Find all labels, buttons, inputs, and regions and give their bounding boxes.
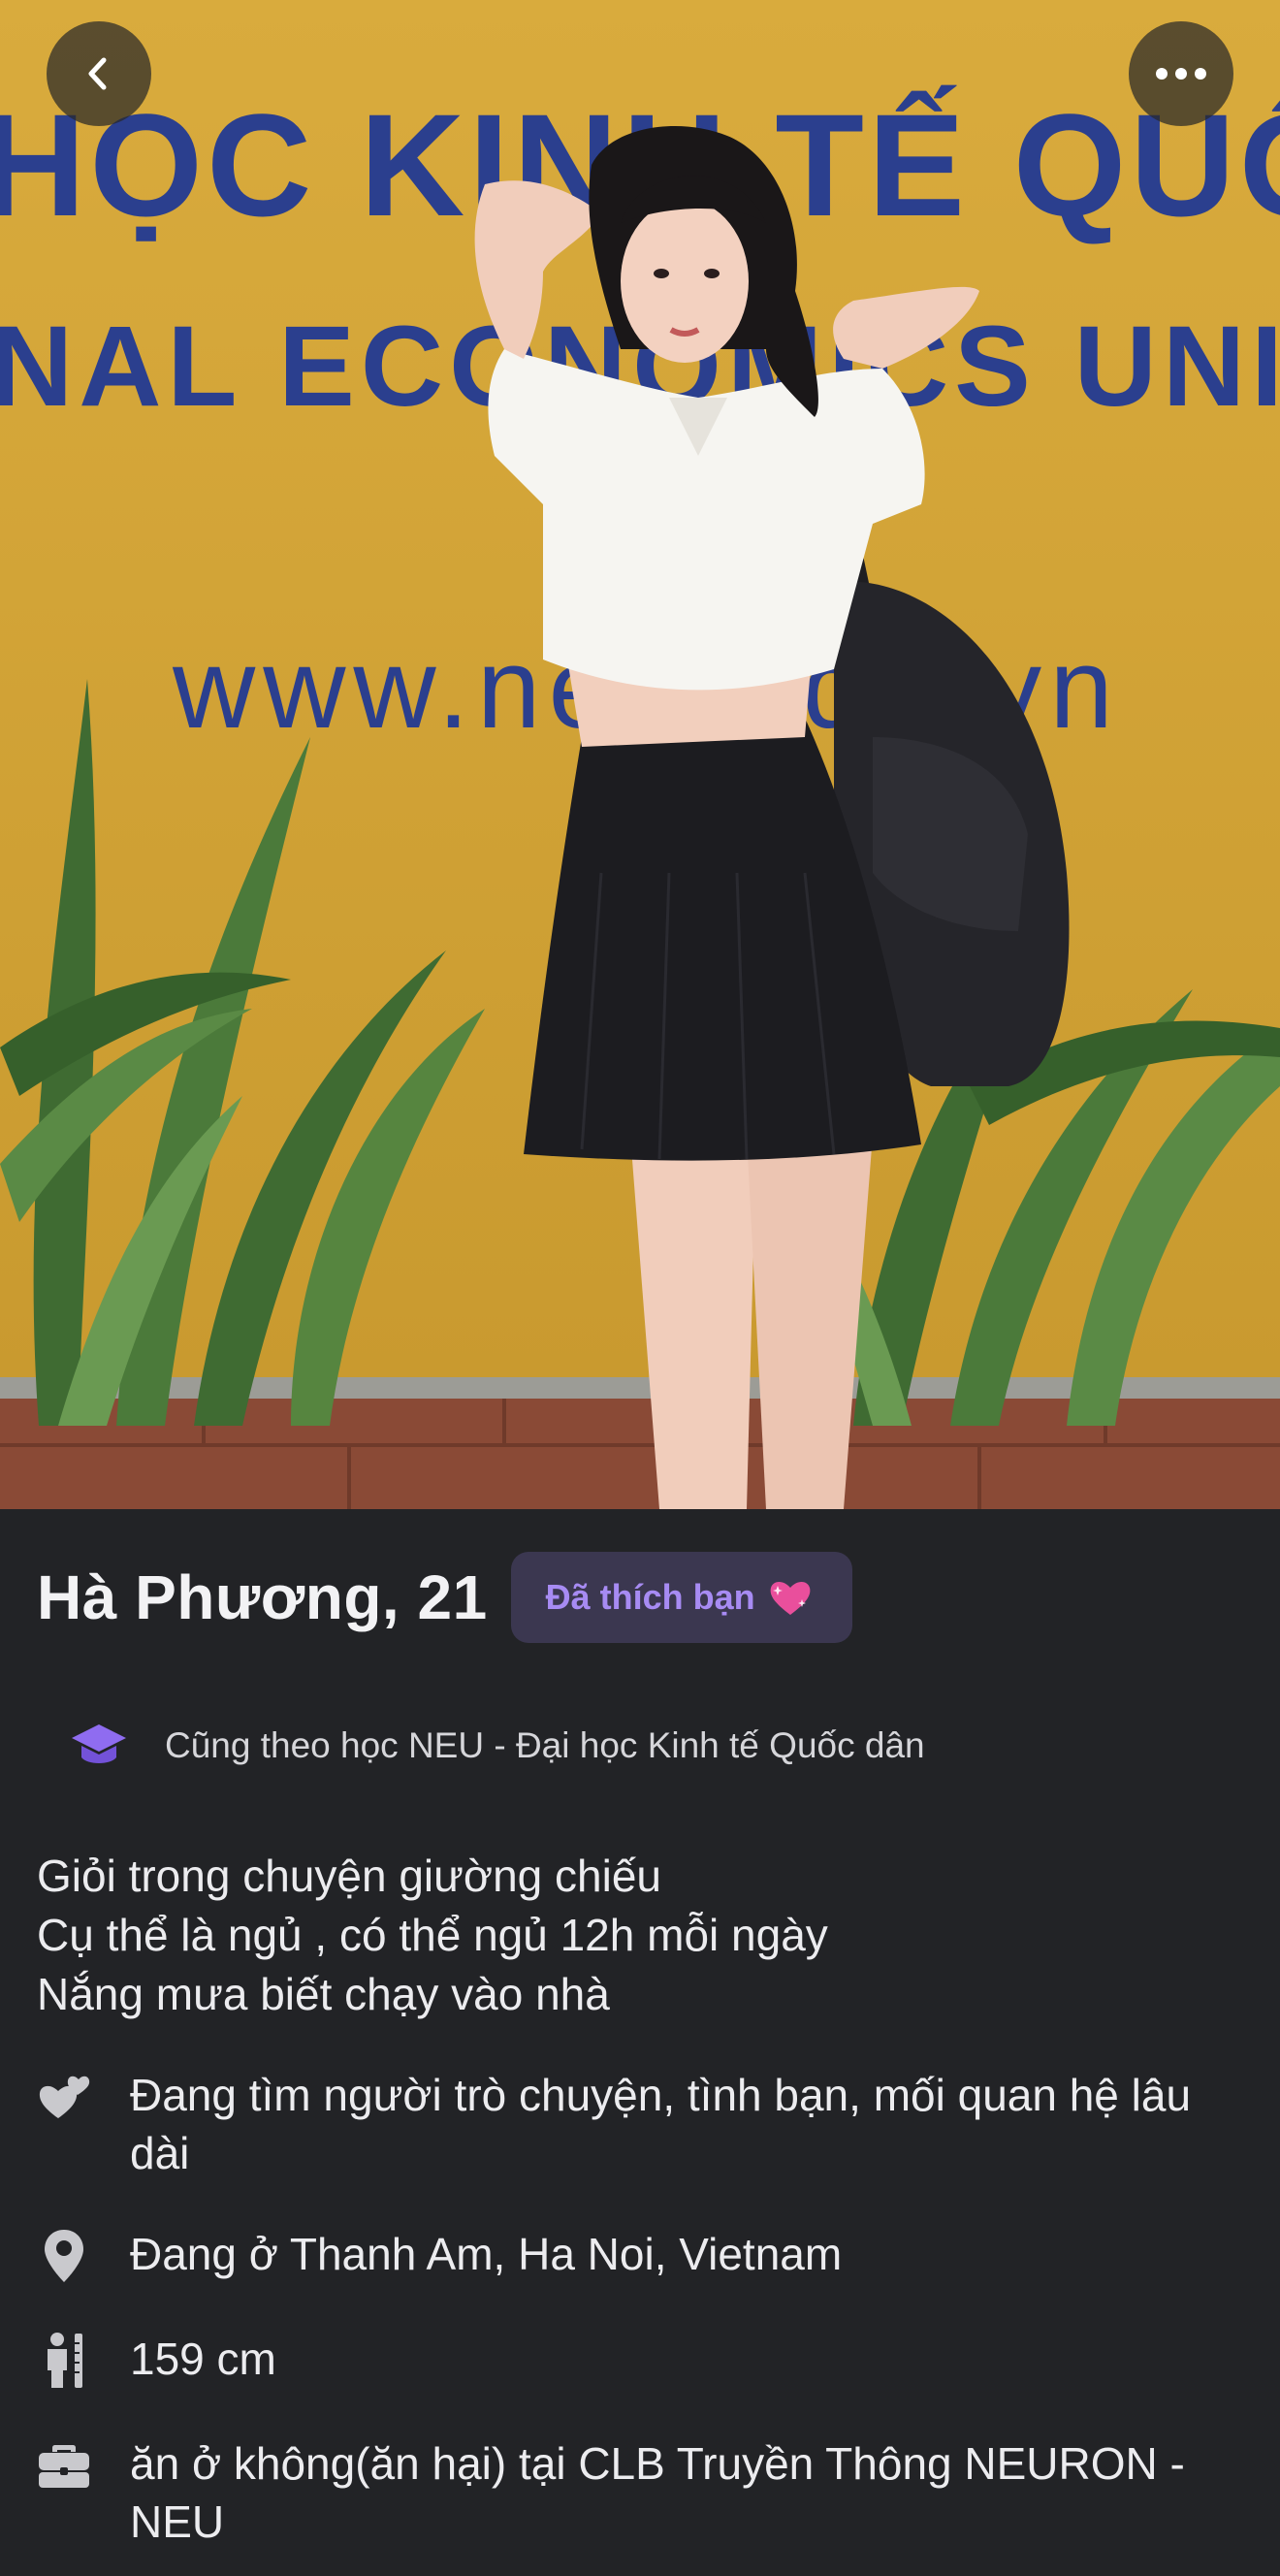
- photo-illustration: HỌC KINH TẾ QUỐC D NAL ECONOMICS UNIVER …: [0, 0, 1280, 1509]
- school-text: Cũng theo học NEU - Đại học Kinh tế Quốc…: [165, 1725, 925, 1765]
- looking-for-text: Đang tìm người trò chuyện, tình bạn, mối…: [130, 2070, 1192, 2178]
- graduation-cap-icon: [72, 1724, 126, 1763]
- name-row: Hà Phương, 21 Đã thích bạn: [37, 1552, 852, 1643]
- work-text: ăn ở không(ăn hại) tại CLB Truyền Thông …: [130, 2438, 1185, 2547]
- more-options-button[interactable]: [1129, 21, 1233, 126]
- profile-photo[interactable]: HỌC KINH TẾ QUỐC D NAL ECONOMICS UNIVER …: [0, 0, 1280, 1509]
- profile-page: HỌC KINH TẾ QUỐC D NAL ECONOMICS UNIVER …: [0, 0, 1280, 2576]
- bio-line: Nắng mưa biết chạy vào nhà: [37, 1969, 610, 2019]
- location-text: Đang ở Thanh Am, Ha Noi, Vietnam: [130, 2229, 843, 2279]
- height-ruler-icon: [48, 2333, 82, 2388]
- height-row: 159 cm: [37, 2330, 1249, 2390]
- sparkling-heart-icon: [770, 1581, 811, 1615]
- briefcase-icon: [39, 2445, 89, 2488]
- profile-info-panel: Hà Phương, 21 Đã thích bạn Cũng theo học…: [0, 1511, 1280, 2576]
- liked-you-badge: Đã thích bạn: [510, 1552, 852, 1643]
- work-row: ăn ở không(ăn hại) tại CLB Truyền Thông …: [37, 2434, 1249, 2551]
- chevron-left-icon: [88, 57, 107, 90]
- height-text: 159 cm: [130, 2334, 276, 2384]
- liked-you-label: Đã thích bạn: [545, 1577, 755, 1617]
- location-pin-icon: [45, 2230, 83, 2282]
- bio-line: Cụ thể là ngủ , có thể ngủ 12h mỗi ngày: [37, 1910, 828, 1960]
- bio-line: Giỏi trong chuyện giường chiếu: [37, 1851, 661, 1901]
- bio-text: Giỏi trong chuyện giường chiếu Cụ thể là…: [37, 1847, 828, 2024]
- location-row: Đang ở Thanh Am, Ha Noi, Vietnam: [37, 2225, 1249, 2285]
- back-button[interactable]: [47, 21, 151, 126]
- looking-for-row: Đang tìm người trò chuyện, tình bạn, mối…: [37, 2066, 1249, 2182]
- school-row: Cũng theo học NEU - Đại học Kinh tế Quốc…: [70, 1721, 925, 1771]
- hearts-icon: [39, 2076, 90, 2118]
- more-horizontal-icon: [1156, 68, 1206, 80]
- profile-name-age: Hà Phương, 21: [37, 1562, 488, 1632]
